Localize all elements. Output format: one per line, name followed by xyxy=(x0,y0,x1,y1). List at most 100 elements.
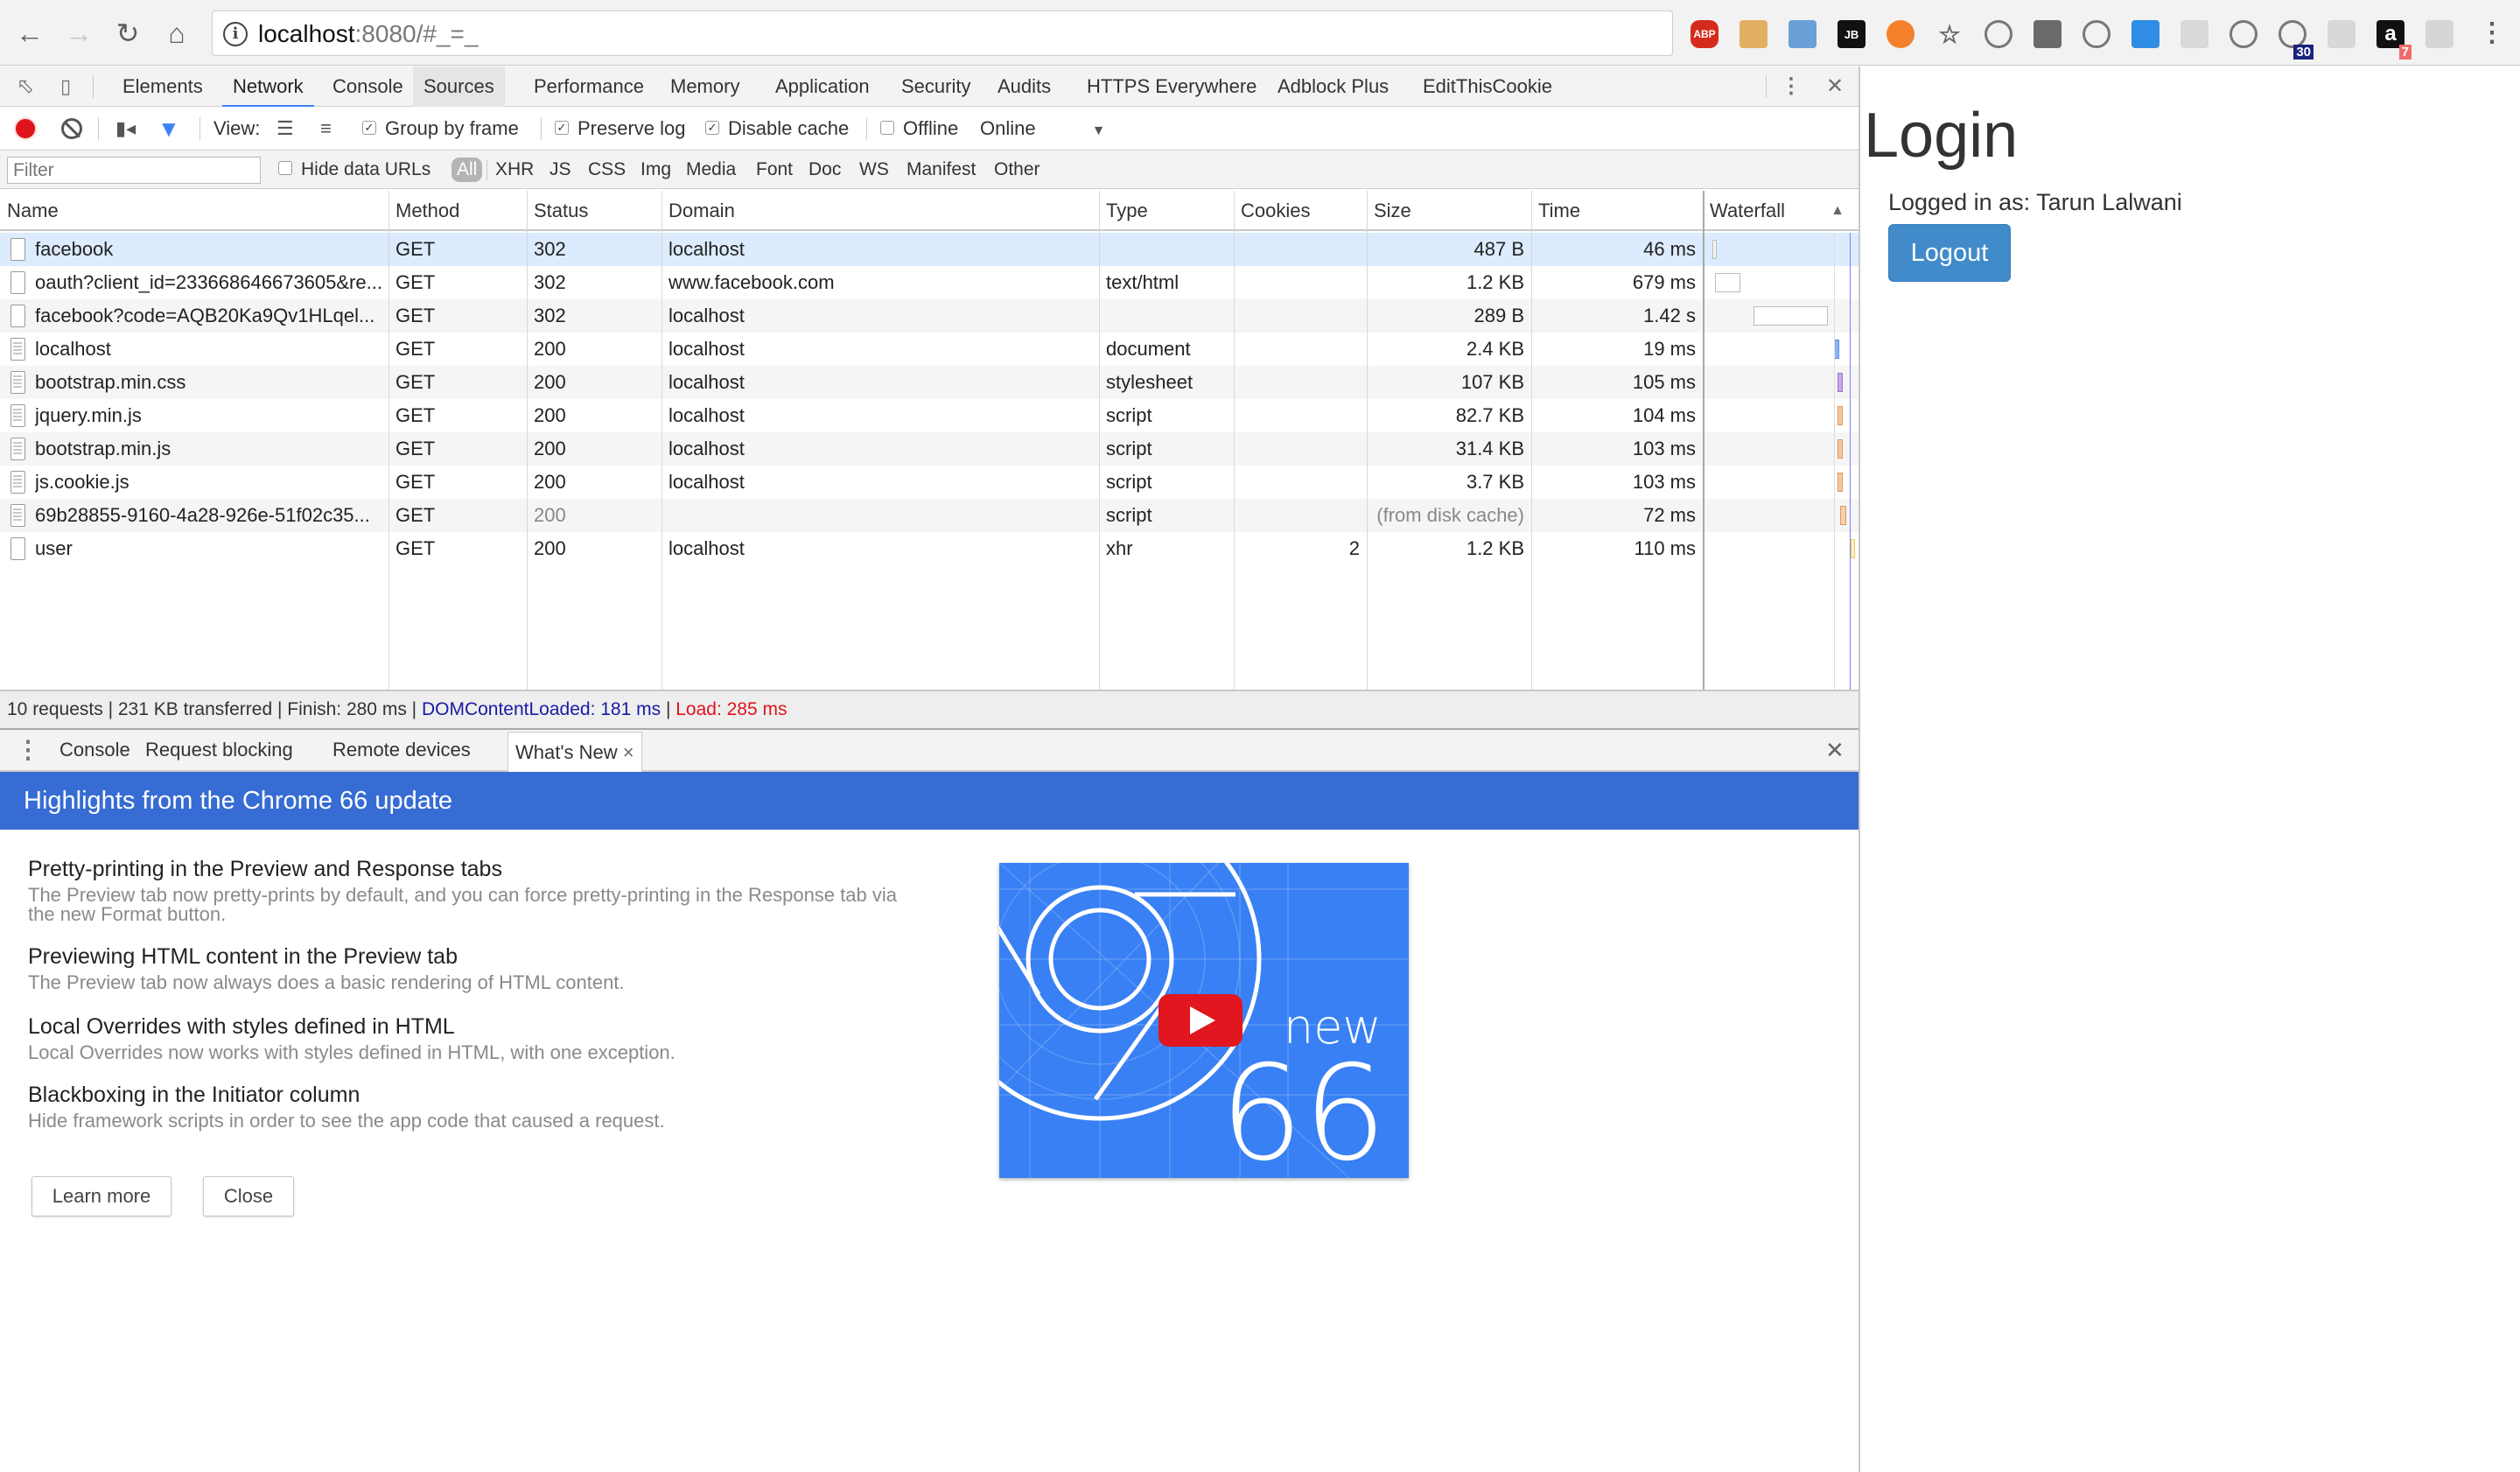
column-header-time[interactable]: Time xyxy=(1531,191,1703,231)
column-header-name[interactable]: Name xyxy=(0,191,388,231)
table-row[interactable]: bootstrap.min.js GET 200 localhost script 31.… xyxy=(0,432,1858,466)
tab-performance[interactable]: Performance xyxy=(523,67,654,107)
tab-editthiscookie[interactable]: EditThisCookie xyxy=(1412,67,1563,107)
tab-security[interactable]: Security xyxy=(891,67,981,107)
filter-funnel-icon[interactable]: ▼ xyxy=(158,107,180,151)
large-rows-icon[interactable]: ☰ xyxy=(276,107,294,151)
table-row[interactable]: oauth?client_id=233668646673605&re... GET… xyxy=(0,266,1858,299)
share-icon[interactable] xyxy=(2317,16,2366,53)
cell-domain: localhost xyxy=(668,438,745,459)
tab-console[interactable]: Console xyxy=(322,67,414,107)
group-by-frame-checkbox[interactable]: ✓ Group by frame xyxy=(362,107,519,151)
whats-new-video-thumbnail[interactable]: new 66 xyxy=(999,863,1409,1178)
filter-type-doc[interactable]: Doc xyxy=(808,151,841,189)
forward-icon[interactable]: → xyxy=(61,16,96,51)
learn-more-button[interactable]: Learn more xyxy=(32,1176,172,1216)
filter-type-css[interactable]: CSS xyxy=(588,151,626,189)
table-row[interactable]: 69b28855-9160-4a28-926e-51f02c35... GET 20… xyxy=(0,499,1858,532)
column-header-domain[interactable]: Domain xyxy=(662,191,1099,231)
filter-type-manifest[interactable]: Manifest xyxy=(906,151,976,189)
column-header-size[interactable]: Size xyxy=(1367,191,1531,231)
film-reel-icon[interactable] xyxy=(2219,16,2268,53)
speaker-icon[interactable] xyxy=(2072,16,2121,53)
cookie-icon[interactable] xyxy=(1729,16,1778,53)
logout-button[interactable]: Logout xyxy=(1888,224,2011,282)
1password-icon[interactable] xyxy=(1974,16,2023,53)
tab-audits[interactable]: Audits xyxy=(987,67,1061,107)
react-icon[interactable] xyxy=(2170,16,2219,53)
filter-type-ws[interactable]: WS xyxy=(859,151,889,189)
address-bar[interactable]: i localhost:8080/#_=_ xyxy=(212,11,1673,56)
clear-icon[interactable] xyxy=(61,118,82,139)
column-header-waterfall[interactable]: Waterfall ▲ xyxy=(1703,191,1858,231)
tab-counter-icon[interactable]: 30 xyxy=(2268,16,2317,60)
filter-type-media[interactable]: Media xyxy=(686,151,736,189)
magnifier-icon[interactable] xyxy=(1778,16,1827,53)
column-header-status[interactable]: Status xyxy=(527,191,662,231)
kebab-menu-icon[interactable]: ⋮ xyxy=(2474,16,2510,51)
table-row[interactable]: js.cookie.js GET 200 localhost script 3.7 KB 1… xyxy=(0,466,1858,499)
filter-type-font[interactable]: Font xyxy=(756,151,793,189)
drawer-tab-console[interactable]: Console xyxy=(60,730,130,770)
star-icon[interactable]: ☆ xyxy=(1925,16,1974,53)
table-row[interactable]: bootstrap.min.css GET 200 localhost styleshe… xyxy=(0,366,1858,399)
filter-type-all[interactable]: All xyxy=(452,158,483,182)
amazon-icon[interactable]: a7 xyxy=(2366,16,2415,60)
close-tab-icon[interactable]: × xyxy=(618,741,634,763)
drawer-tab-request-blocking[interactable]: Request blocking xyxy=(145,730,293,770)
table-row[interactable]: localhost GET 200 localhost document 2.4 KB 19… xyxy=(0,333,1858,366)
column-header-cookies[interactable]: Cookies xyxy=(1234,191,1367,231)
lightbulb-icon[interactable] xyxy=(2023,16,2072,53)
inspect-element-icon[interactable]: ⬁ xyxy=(12,74,38,100)
jetbrains-icon[interactable]: JB xyxy=(1827,16,1876,53)
record-icon[interactable] xyxy=(16,119,35,138)
tab-application[interactable]: Application xyxy=(765,67,880,107)
close-button[interactable]: Close xyxy=(203,1176,294,1216)
filter-type-xhr[interactable]: XHR xyxy=(495,151,534,189)
home-icon[interactable]: ⌂ xyxy=(159,16,194,51)
hide-data-urls-checkbox[interactable]: Hide data URLs xyxy=(278,151,430,189)
preserve-log-checkbox[interactable]: ✓ Preserve log xyxy=(555,107,686,151)
offline-checkbox[interactable]: Offline xyxy=(880,107,958,151)
drawer-menu-icon[interactable]: ⋮ xyxy=(16,730,40,770)
cell-name: localhost xyxy=(35,338,111,360)
throttle-select[interactable]: Online ▼ xyxy=(980,107,1105,151)
tab-adblock-plus[interactable]: Adblock Plus xyxy=(1267,67,1399,107)
disable-cache-checkbox[interactable]: ✓ Disable cache xyxy=(705,107,849,151)
table-row[interactable]: facebook?code=AQB20Ka9Qv1HLqel... GET 302 l… xyxy=(0,299,1858,333)
cell-type xyxy=(1106,233,1227,266)
orange-circle-icon[interactable] xyxy=(1876,16,1925,53)
grey-extension-icon[interactable] xyxy=(2415,16,2464,53)
tab-memory[interactable]: Memory xyxy=(660,67,750,107)
filter-input[interactable] xyxy=(7,157,261,184)
column-header-type[interactable]: Type xyxy=(1099,191,1234,231)
table-row[interactable]: user GET 200 localhost xhr 2 1.2 KB 110 ms xyxy=(0,532,1858,565)
tab-sources[interactable]: Sources xyxy=(413,67,505,107)
device-toolbar-icon[interactable]: ▯ xyxy=(52,74,79,100)
close-drawer-icon[interactable]: ✕ xyxy=(1825,730,1844,770)
drawer-tab-remote-devices[interactable]: Remote devices xyxy=(332,730,471,770)
column-header-method[interactable]: Method xyxy=(388,191,527,231)
tab-https-everywhere[interactable]: HTTPS Everywhere xyxy=(1076,67,1267,107)
filter-type-other[interactable]: Other xyxy=(994,151,1040,189)
tab-elements[interactable]: Elements xyxy=(112,67,214,107)
film-reel-glyph xyxy=(2230,20,2258,48)
web-page: Login Logged in as: Tarun Lalwani Logout xyxy=(1862,67,2520,1472)
filter-type-js[interactable]: JS xyxy=(550,151,571,189)
adblock-plus-icon[interactable]: ABP xyxy=(1680,16,1729,53)
screenshot-camera-icon[interactable]: ▮◂ xyxy=(116,107,136,151)
drawer-tab-what-s-new[interactable]: What's New × xyxy=(508,732,642,772)
devtools-menu-icon[interactable]: ⋮ xyxy=(1778,74,1804,100)
cell-size: 31.4 KB xyxy=(1455,438,1524,459)
table-row[interactable]: jquery.min.js GET 200 localhost script 82.7 K… xyxy=(0,399,1858,432)
back-icon[interactable]: ← xyxy=(12,16,47,51)
table-row[interactable]: facebook GET 302 localhost 487 B 46 ms xyxy=(0,233,1858,266)
info-icon[interactable]: i xyxy=(223,22,248,46)
reload-icon[interactable]: ↻ xyxy=(110,16,145,51)
filter-type-img[interactable]: Img xyxy=(640,151,671,189)
overview-icon[interactable]: ≡ xyxy=(320,107,332,151)
cell-cookies: 2 xyxy=(1348,537,1360,559)
tab-network[interactable]: Network xyxy=(222,67,314,108)
resize-icon[interactable] xyxy=(2121,16,2170,53)
close-devtools-icon[interactable]: ✕ xyxy=(1822,74,1848,100)
